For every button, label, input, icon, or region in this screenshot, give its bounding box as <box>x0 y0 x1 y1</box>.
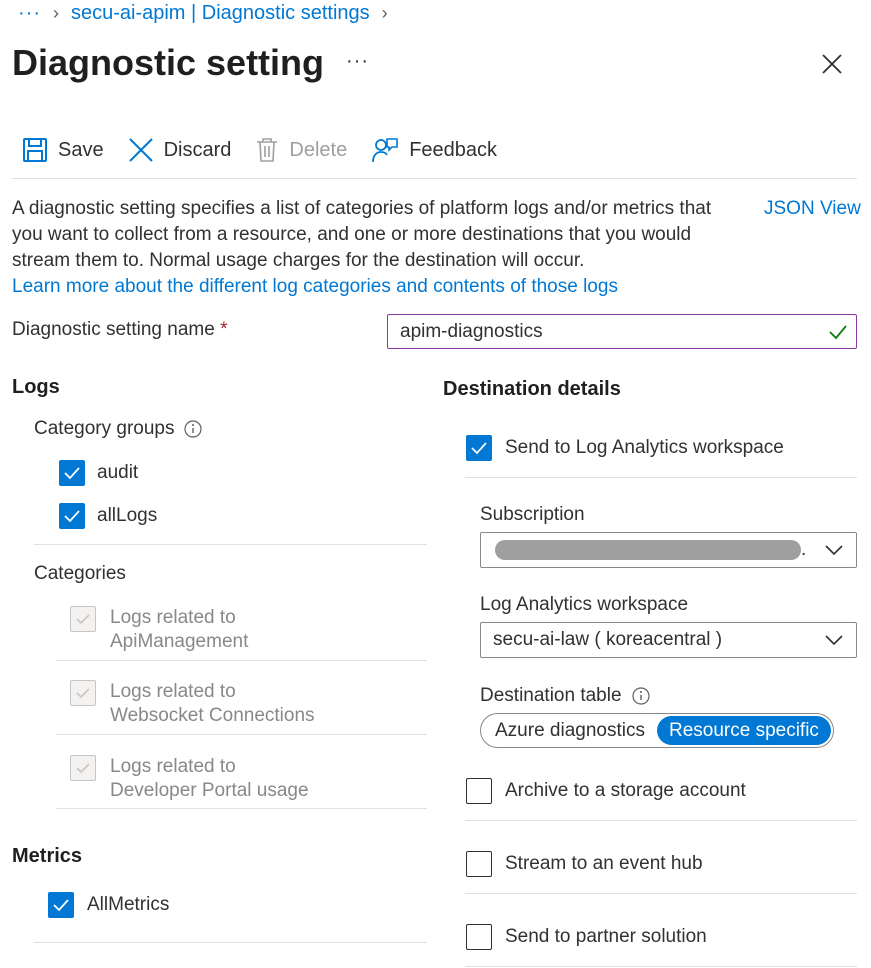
group-alllogs-checkbox[interactable]: allLogs <box>59 503 157 529</box>
category-line1: Logs related to <box>110 607 236 628</box>
close-icon[interactable] <box>820 52 844 76</box>
checkbox-checked-icon <box>48 892 74 918</box>
divider <box>56 660 427 661</box>
breadcrumb-item-diagnostic-settings[interactable]: secu-ai-apim | Diagnostic settings <box>71 2 370 25</box>
category-groups-text: Category groups <box>34 418 175 439</box>
subscription-dropdown[interactable]: . <box>480 532 857 568</box>
setting-name-value: apim-diagnostics <box>400 320 543 342</box>
categories-label: Categories <box>34 563 126 584</box>
destination-table-toggle: Azure diagnostics Resource specific <box>480 713 834 748</box>
discard-icon <box>128 138 153 162</box>
chevron-down-icon <box>825 635 843 646</box>
save-button[interactable]: Save <box>22 137 104 163</box>
page-title: Diagnostic setting <box>12 42 325 83</box>
log-analytics-label: Send to Log Analytics workspace <box>505 437 784 458</box>
divider <box>465 893 857 894</box>
workspace-dropdown[interactable]: secu-ai-law ( koreacentral ) <box>480 622 857 658</box>
learn-more-link[interactable]: Learn more about the different log categ… <box>12 276 618 297</box>
subscription-suffix: . <box>801 539 807 560</box>
description-text: A diagnostic setting specifies a list of… <box>12 198 712 271</box>
chevron-right-icon: › <box>52 3 59 23</box>
setting-name-label-text: Diagnostic setting name <box>12 319 215 340</box>
divider <box>465 820 857 821</box>
breadcrumb: ··· › secu-ai-apim | Diagnostic settings… <box>18 2 400 25</box>
breadcrumb-ellipsis[interactable]: ··· <box>18 2 41 25</box>
discard-button[interactable]: Discard <box>128 137 232 163</box>
allmetrics-checkbox[interactable]: AllMetrics <box>48 892 169 918</box>
log-analytics-checkbox[interactable]: Send to Log Analytics workspace <box>466 435 784 461</box>
feedback-icon <box>372 138 399 163</box>
checkbox-unchecked-icon <box>466 851 492 877</box>
category-websocket-label: Logs related to Websocket Connections <box>110 680 315 728</box>
setting-name-label: Diagnostic setting name * <box>12 319 227 341</box>
trash-icon <box>257 138 278 162</box>
toolbar: Save Discard Delete Feedback <box>22 136 521 164</box>
partner-checkbox[interactable]: Send to partner solution <box>466 924 707 950</box>
divider <box>465 966 857 967</box>
category-line1: Logs related to <box>110 681 236 702</box>
checkbox-checked-icon <box>466 435 492 461</box>
workspace-value: secu-ai-law ( koreacentral ) <box>493 629 723 650</box>
event-hub-checkbox[interactable]: Stream to an event hub <box>466 851 703 877</box>
checkbox-checked-icon <box>59 503 85 529</box>
checkbox-unchecked-icon <box>466 778 492 804</box>
destination-heading: Destination details <box>443 378 621 400</box>
save-label: Save <box>58 138 104 161</box>
category-line2: Websocket Connections <box>110 705 315 726</box>
group-alllogs-label: allLogs <box>97 505 158 526</box>
save-icon <box>23 138 47 162</box>
checkbox-unchecked-icon <box>466 924 492 950</box>
feedback-button[interactable]: Feedback <box>371 136 497 164</box>
archive-checkbox[interactable]: Archive to a storage account <box>466 778 746 804</box>
category-devportal-label: Logs related to Developer Portal usage <box>110 755 309 803</box>
option-azure-diagnostics[interactable]: Azure diagnostics <box>483 716 657 745</box>
option-resource-specific[interactable]: Resource specific <box>656 716 831 745</box>
group-audit-label: audit <box>97 462 139 483</box>
divider <box>56 734 427 735</box>
json-view-link[interactable]: JSON View <box>764 196 861 222</box>
workspace-label: Log Analytics workspace <box>480 594 689 615</box>
metrics-heading: Metrics <box>12 845 83 867</box>
toolbar-divider <box>12 178 857 179</box>
destination-table-text: Destination table <box>480 685 622 706</box>
checkbox-disabled-icon <box>70 680 96 706</box>
checkmark-icon <box>829 325 847 340</box>
archive-label: Archive to a storage account <box>505 780 746 801</box>
info-icon[interactable] <box>631 687 650 705</box>
event-hub-label: Stream to an event hub <box>505 853 703 874</box>
category-devportal-checkbox: Logs related to Developer Portal usage <box>70 755 309 803</box>
description: A diagnostic setting specifies a list of… <box>12 196 732 300</box>
divider <box>56 808 427 809</box>
category-apimanagement-checkbox: Logs related to ApiManagement <box>70 606 248 654</box>
feedback-label: Feedback <box>409 138 498 161</box>
checkbox-disabled-icon <box>70 755 96 781</box>
category-line1: Logs related to <box>110 756 236 777</box>
logs-heading: Logs <box>12 376 60 398</box>
divider <box>465 477 857 478</box>
delete-label: Delete <box>289 138 348 161</box>
required-mark: * <box>220 319 228 340</box>
allmetrics-label: AllMetrics <box>87 894 170 915</box>
chevron-down-icon <box>825 545 843 556</box>
more-options-button[interactable]: ··· <box>346 50 369 73</box>
destination-table-label: Destination table <box>480 685 650 707</box>
divider <box>34 544 427 545</box>
category-websocket-checkbox: Logs related to Websocket Connections <box>70 680 315 728</box>
category-line2: ApiManagement <box>110 631 249 652</box>
checkbox-disabled-icon <box>70 606 96 632</box>
group-audit-checkbox[interactable]: audit <box>59 460 138 486</box>
setting-name-input[interactable]: apim-diagnostics <box>387 314 857 349</box>
category-groups-label: Category groups <box>34 418 203 440</box>
info-icon[interactable] <box>184 420 203 438</box>
partner-label: Send to partner solution <box>505 926 707 947</box>
divider <box>34 942 427 943</box>
discard-label: Discard <box>163 138 232 161</box>
category-line2: Developer Portal usage <box>110 780 309 801</box>
checkbox-checked-icon <box>59 460 85 486</box>
chevron-right-icon: › <box>381 3 388 23</box>
subscription-label: Subscription <box>480 504 585 525</box>
redacted-value <box>495 540 801 560</box>
delete-button[interactable]: Delete <box>255 137 347 163</box>
category-apimanagement-label: Logs related to ApiManagement <box>110 606 248 654</box>
